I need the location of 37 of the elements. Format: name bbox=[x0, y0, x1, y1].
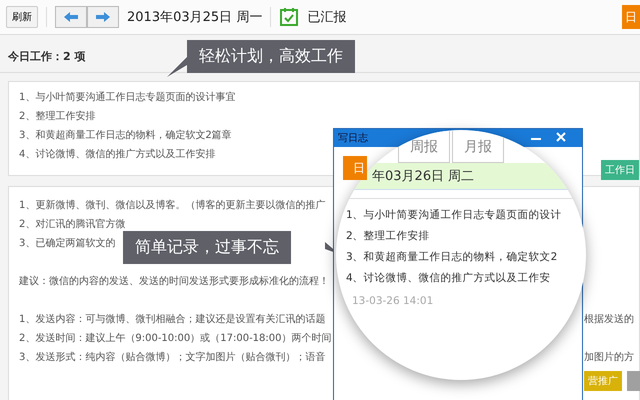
current-date: 2013年03月25日 周一 bbox=[127, 9, 262, 26]
log-line: 1、更新微博、微刊、微信以及博客。（博客的更新主要以微信的推广 bbox=[19, 198, 326, 212]
log-line: 3、发送形式：纯内容（贴合微博）；文字加图片（贴合微刊）；语音 bbox=[19, 350, 326, 364]
right-arrow-icon bbox=[95, 11, 111, 23]
plan-item: 1、与小叶简要沟通工作日志专题页面的设计事宜 bbox=[19, 90, 236, 105]
category-tag[interactable]: 营推广 bbox=[584, 371, 622, 391]
log-item: 3、和黄超商量工作日志的物料，确定软文2 bbox=[346, 250, 558, 265]
daily-tab[interactable]: 日 bbox=[343, 156, 367, 180]
log-item: 2、整理工作安排 bbox=[346, 229, 431, 244]
log-line: 2、对汇讯的腾讯官方微 bbox=[19, 218, 126, 230]
log-item: 1、与小叶简要沟通工作日志专题页面的设计 bbox=[346, 208, 563, 223]
log-line: 建议：微信的内容的发送、发送的时间发送形式要形成标准化的流程！ bbox=[19, 274, 329, 288]
plan-item: 4、讨论微博、微信的推广方式以及工作安排 bbox=[19, 148, 216, 162]
report-tab[interactable]: 月报 bbox=[452, 131, 504, 163]
close-icon[interactable] bbox=[556, 132, 566, 142]
previous-day-button[interactable] bbox=[55, 6, 87, 28]
log-timestamp: 13-03-26 14:01 bbox=[352, 295, 434, 307]
daily-report-button[interactable]: 日 bbox=[622, 5, 640, 29]
log-line: 根据发送的 bbox=[584, 312, 635, 326]
workday-tag: 工作日 bbox=[601, 160, 639, 180]
calendar-check-icon bbox=[279, 7, 300, 27]
log-line: 加图片的方 bbox=[584, 350, 635, 364]
next-day-button[interactable] bbox=[87, 6, 119, 28]
plan-item: 2、整理工作安排 bbox=[19, 110, 96, 124]
left-arrow-icon bbox=[63, 11, 79, 23]
window-title: 写日志 bbox=[338, 132, 368, 145]
callout-banner: 简单记录，过事不忘 bbox=[123, 231, 291, 264]
log-item: 4、讨论微博、微信的推广方式以及工作安 bbox=[346, 271, 552, 286]
callout-pointer bbox=[167, 57, 187, 77]
refresh-button[interactable]: 刷新 bbox=[6, 6, 38, 28]
log-line: 3、已确定两篇软文的 bbox=[19, 236, 116, 250]
log-date: 年03月26日 周二 bbox=[372, 168, 474, 185]
plan-item: 3、和黄超商量工作日志的物料，确定软文2篇章 bbox=[19, 128, 232, 143]
log-line: 1、发送内容：可与微博、微刊相融合；建议还是设置有关汇讯的话题 bbox=[19, 312, 326, 326]
callout-banner: 轻松计划，高效工作 bbox=[187, 40, 355, 73]
log-line: 2、发送时间：建议上午（9:00-10:00）或（17:00-18:00）两个时间 bbox=[19, 332, 332, 344]
report-status: 已汇报 bbox=[307, 9, 346, 26]
